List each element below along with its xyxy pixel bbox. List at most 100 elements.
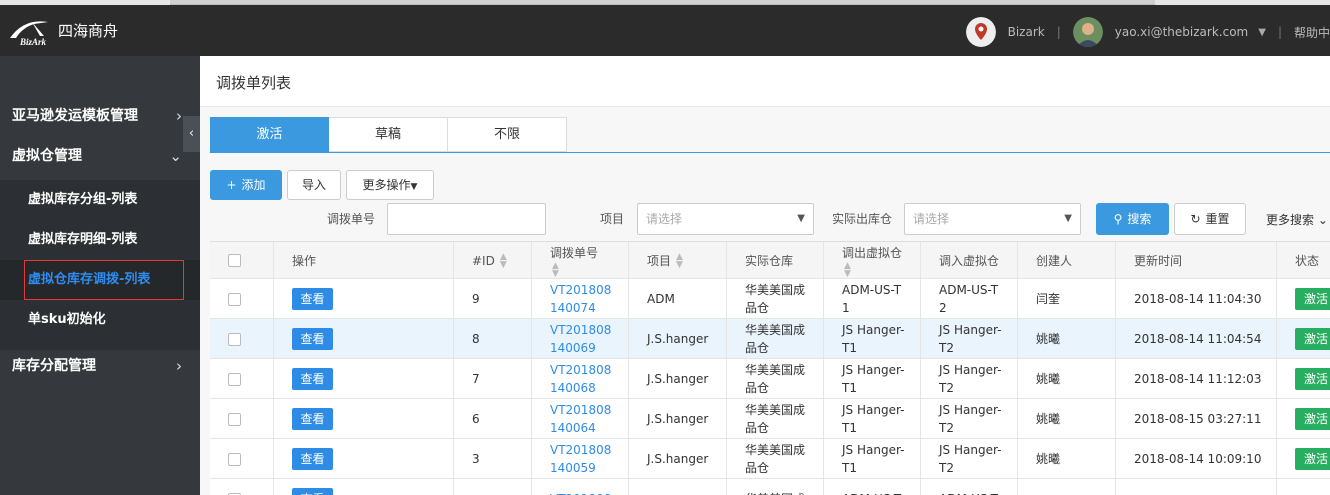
table-header-row: 操作 #ID ▲ ▼ 调拨单号 ▲ ▼ 项目 ▲ ▼ 实际仓库 调出虚拟仓 ▲ ▼ 调入虚拟仓 … <box>210 242 1330 279</box>
sidebar-item-inventory-detail[interactable]: 虚拟库存明细-列表 <box>0 220 200 260</box>
menu-group-label: 亚马逊发运模板管理 <box>12 108 138 124</box>
status-badge[interactable]: 激活 <box>1295 368 1330 390</box>
header-in-vwh: 调入虚拟仓 <box>920 242 1017 279</box>
user-area: Bizark | yao.xi@thebizark.com ▼ | 帮助中 <box>965 16 1330 48</box>
sidebar-item-label: 虚拟库存明细-列表 <box>28 232 138 247</box>
sidebar-item-sku-init[interactable]: 单sku初始化 <box>0 300 200 340</box>
sidebar-item-inventory-group[interactable]: 虚拟库存分组-列表 <box>0 180 200 220</box>
in-vwh-cell: JS Hanger- T2 <box>920 439 1017 479</box>
id-cell: 3 <box>453 439 531 479</box>
browser-scrollbar[interactable] <box>0 0 1330 5</box>
more-actions-button[interactable]: 更多操作▼ <box>346 170 434 200</box>
status-tabs: 激活 草稿 不限 <box>210 117 567 152</box>
row-checkbox[interactable] <box>228 452 241 466</box>
more-search-link[interactable]: 更多搜索 ⌄ <box>1266 211 1328 228</box>
import-button[interactable]: 导入 <box>287 170 341 200</box>
table-row[interactable]: 查看 6 VT201808 140064 J.S.hanger 华美美国成 品仓 J… <box>210 399 1330 439</box>
select-all-checkbox[interactable] <box>228 254 241 267</box>
updated-cell: 2018-08-14 11:12:03 <box>1115 359 1276 399</box>
tab-active[interactable]: 激活 <box>210 117 329 152</box>
out-vwh-cell: JS Hanger- T1 <box>823 399 920 439</box>
user-avatar[interactable] <box>1072 17 1103 47</box>
project-cell: J.S.hanger <box>628 439 726 479</box>
row-checkbox[interactable] <box>228 292 241 306</box>
transfer-no-input[interactable] <box>387 203 546 235</box>
transfer-no-link[interactable]: VT201808 140068 <box>550 361 611 397</box>
status-badge[interactable]: 激活 <box>1295 288 1330 310</box>
status-cell: 激活 <box>1276 319 1330 359</box>
highlight-box <box>24 260 184 300</box>
reset-button[interactable]: ↻ 重置 <box>1174 203 1246 235</box>
company-avatar[interactable] <box>965 17 996 47</box>
view-button[interactable]: 查看 <box>292 368 333 390</box>
view-button[interactable]: 查看 <box>292 288 333 310</box>
table-row[interactable]: 查看 VT201808 华美美国成 ADM-US-T ADM-US-T <box>210 479 1330 495</box>
header-out-vwh[interactable]: 调出虚拟仓 ▲ ▼ <box>823 242 920 279</box>
row-checkbox[interactable] <box>228 412 241 426</box>
transfer-no-link[interactable]: VT201808 140064 <box>550 401 611 437</box>
creator-cell: 闫奎 <box>1017 279 1115 319</box>
id-cell: 8 <box>453 319 531 359</box>
table-row[interactable]: 查看 7 VT201808 140068 J.S.hanger 华美美国成 品仓 J… <box>210 359 1330 399</box>
real-warehouse-cell: 华美美国成 <box>726 479 823 495</box>
chevron-right-icon: › <box>176 357 182 375</box>
real-warehouse-cell: 华美美国成 品仓 <box>726 439 823 479</box>
table-row[interactable]: 查看 3 VT201808 140059 J.S.hanger 华美美国成 品仓 J… <box>210 439 1330 479</box>
view-button[interactable]: 查看 <box>292 448 333 470</box>
row-checkbox-cell <box>210 399 273 439</box>
caret-down-icon[interactable]: ▼ <box>1258 27 1266 38</box>
divider: | <box>1277 25 1282 39</box>
id-cell <box>453 479 531 495</box>
transfer-no-link[interactable]: VT201808 140059 <box>550 441 611 477</box>
company-name[interactable]: Bizark <box>1008 25 1045 39</box>
user-email[interactable]: yao.xi@thebizark.com <box>1115 25 1248 39</box>
updated-cell: 2018-08-14 11:04:54 <box>1115 319 1276 359</box>
help-link[interactable]: 帮助中 <box>1294 24 1330 41</box>
in-vwh-cell: JS Hanger- T2 <box>920 359 1017 399</box>
menu-group-virtual-warehouse[interactable]: 虚拟仓管理 ⌄ <box>0 136 200 176</box>
op-cell: 查看 <box>273 359 453 399</box>
menu-group-inventory-allocation[interactable]: 库存分配管理 › <box>0 346 200 386</box>
warehouse-select[interactable]: 请选择 ▼ <box>904 203 1081 235</box>
status-badge[interactable]: 激活 <box>1295 328 1330 350</box>
project-cell: ADM <box>628 279 726 319</box>
updated-cell: 2018-08-14 11:04:30 <box>1115 279 1276 319</box>
header-transfer-no-label: 调拨单号 <box>550 245 599 260</box>
creator-cell: 姚曦 <box>1017 399 1115 439</box>
view-button[interactable]: 查看 <box>292 408 333 430</box>
row-checkbox[interactable] <box>228 332 241 346</box>
sidebar-item-transfer-list[interactable]: 虚拟仓库存调拨-列表 <box>0 260 200 300</box>
status-badge[interactable]: 激活 <box>1295 448 1330 470</box>
bizark-logo[interactable]: BizArk <box>4 16 56 46</box>
project-select[interactable]: 请选择 ▼ <box>637 203 814 235</box>
search-label: 搜索 <box>1127 212 1152 226</box>
brand-name[interactable]: 四海商舟 <box>58 20 118 41</box>
id-cell: 9 <box>453 279 531 319</box>
menu-group-amazon-shipping[interactable]: 亚马逊发运模板管理 › <box>0 96 200 136</box>
view-button[interactable]: 查看 <box>292 328 333 350</box>
transfer-no-link[interactable]: VT201808 140069 <box>550 321 611 357</box>
transfer-no-cell: VT201808 140068 <box>531 359 628 399</box>
status-cell: 激活 <box>1276 399 1330 439</box>
logo-text: BizArk <box>19 37 47 46</box>
creator-cell: 姚曦 <box>1017 319 1115 359</box>
header-transfer-no[interactable]: 调拨单号 ▲ ▼ <box>531 242 628 279</box>
search-icon: ⚲ <box>1113 212 1123 226</box>
view-button[interactable]: 查看 <box>292 488 333 495</box>
header-project[interactable]: 项目 ▲ ▼ <box>628 242 726 279</box>
header-id[interactable]: #ID ▲ ▼ <box>453 242 531 279</box>
sort-icon: ▲ ▼ <box>552 260 559 279</box>
table-row[interactable]: 查看 8 VT201808 140069 J.S.hanger 华美美国成 品仓 J… <box>210 319 1330 359</box>
table-row[interactable]: 查看 9 VT201808 140074 ADM 华美美国成 品仓 ADM-US-T… <box>210 279 1330 319</box>
header-out-vwh-label: 调出虚拟仓 <box>842 245 903 260</box>
real-warehouse-cell: 华美美国成 品仓 <box>726 399 823 439</box>
transfer-no-link[interactable]: VT201808 140074 <box>550 281 611 317</box>
transfer-no-link[interactable]: VT201808 <box>550 490 611 495</box>
scrollbar-thumb[interactable] <box>170 0 1155 5</box>
search-button[interactable]: ⚲ 搜索 <box>1096 203 1169 235</box>
tab-draft[interactable]: 草稿 <box>329 117 448 152</box>
status-badge[interactable]: 激活 <box>1295 408 1330 430</box>
tab-all[interactable]: 不限 <box>448 117 567 152</box>
row-checkbox[interactable] <box>228 372 241 386</box>
add-button[interactable]: + 添加 <box>210 170 282 200</box>
